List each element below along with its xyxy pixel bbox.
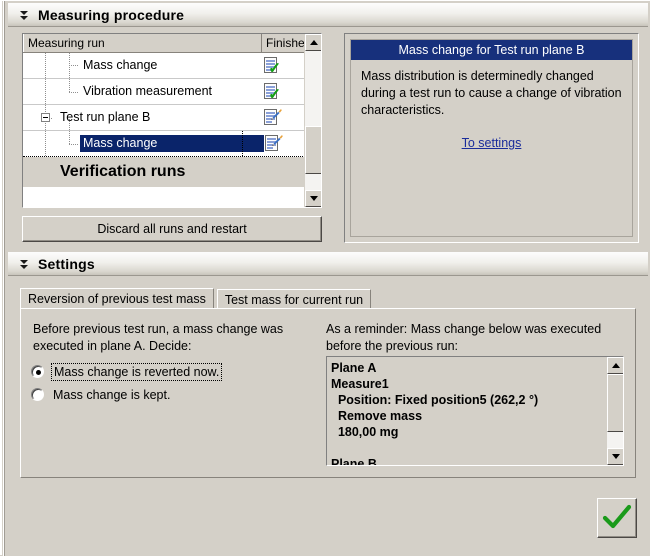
scroll-down-arrow-icon[interactable] <box>305 190 321 207</box>
measuring-run-treeview[interactable]: Measuring run Finished Mass change ✓ Vib… <box>22 33 322 208</box>
info-panel-body: Mass distribution is determinedly change… <box>361 69 622 117</box>
radio-button[interactable] <box>31 365 44 378</box>
scrollbar-thumb[interactable] <box>305 126 321 174</box>
tree-item-label: Mass change <box>83 58 158 72</box>
tab-test-mass-for-current-run[interactable]: Test mass for current run <box>216 289 372 309</box>
table-row[interactable]: Vibration measurement ✓ <box>23 79 321 105</box>
document-pencil-icon <box>242 105 301 130</box>
settings-tab-page: Before previous test run, a mass change … <box>20 308 636 478</box>
reversion-prompt-text: Before previous test run, a mass change … <box>33 322 284 353</box>
info-panel: Mass change for Test run plane B Mass di… <box>344 33 639 243</box>
confirm-button[interactable] <box>597 498 637 538</box>
discard-button-label: Discard all runs and restart <box>97 222 247 236</box>
document-pencil-icon <box>242 131 301 156</box>
chevron-double-down-icon[interactable] <box>16 10 32 20</box>
application-window: Measuring procedure Measuring run Finish… <box>0 0 650 556</box>
to-settings-link[interactable]: To settings <box>351 136 632 150</box>
table-row[interactable]: Verification runs <box>23 157 321 187</box>
discard-all-runs-button[interactable]: Discard all runs and restart <box>22 216 322 242</box>
tree-item-label: Mass change <box>80 135 264 152</box>
table-row[interactable]: Test run plane B <box>23 105 321 131</box>
table-row-selected[interactable]: Mass change <box>23 131 321 157</box>
radio-label: Mass change is reverted now. <box>51 362 223 381</box>
previous-mass-change-listbox[interactable]: Plane A Measure1 Position: Fixed positio… <box>326 356 624 466</box>
section-title-settings: Settings <box>38 255 95 272</box>
scrollbar-thumb[interactable] <box>607 374 623 432</box>
section-header-measuring-procedure[interactable]: Measuring procedure <box>8 3 648 27</box>
tree-item-label: Verification runs <box>60 162 186 180</box>
settings-tabstrip: Reversion of previous test mass Test mas… <box>20 288 636 309</box>
document-check-icon: ✓ <box>242 53 301 78</box>
table-row[interactable]: Mass change ✓ <box>23 53 321 79</box>
tab-reversion-of-previous-test-mass[interactable]: Reversion of previous test mass <box>20 288 214 309</box>
section-title-measuring-procedure: Measuring procedure <box>38 6 185 23</box>
tree-item-label: Test run plane B <box>60 110 151 124</box>
treeview-vertical-scrollbar[interactable] <box>304 34 321 207</box>
green-check-icon <box>602 504 632 529</box>
treeview-empty-area <box>23 187 321 205</box>
radio-option-mass-change-reverted[interactable]: Mass change is reverted now. <box>31 362 223 381</box>
window-left-frame <box>2 1 6 556</box>
info-panel-title: Mass change for Test run plane B <box>351 40 632 60</box>
scroll-up-arrow-icon[interactable] <box>607 357 623 374</box>
radio-label: Mass change is kept. <box>53 387 171 402</box>
treeview-body: Mass change ✓ Vibration measurement ✓ Te… <box>23 53 321 207</box>
tree-item-label: Vibration measurement <box>83 84 213 98</box>
chevron-double-down-icon[interactable] <box>16 259 32 269</box>
section-header-settings[interactable]: Settings <box>8 252 648 276</box>
document-check-icon: ✓ <box>242 79 301 104</box>
listbox-content: Plane A Measure1 Position: Fixed positio… <box>331 361 539 466</box>
tab-label: Test mass for current run <box>224 292 364 307</box>
radio-option-mass-change-kept[interactable]: Mass change is kept. <box>31 385 172 404</box>
treeview-header: Measuring run Finished <box>23 34 321 53</box>
reminder-prompt-text: As a reminder: Mass change below was exe… <box>326 322 602 353</box>
listbox-vertical-scrollbar[interactable] <box>606 357 623 465</box>
radio-button[interactable] <box>31 388 44 401</box>
scroll-down-arrow-icon[interactable] <box>607 448 623 465</box>
column-header-measuring-run[interactable]: Measuring run <box>23 34 262 52</box>
scroll-up-arrow-icon[interactable] <box>305 34 321 51</box>
tab-label: Reversion of previous test mass <box>28 292 206 306</box>
